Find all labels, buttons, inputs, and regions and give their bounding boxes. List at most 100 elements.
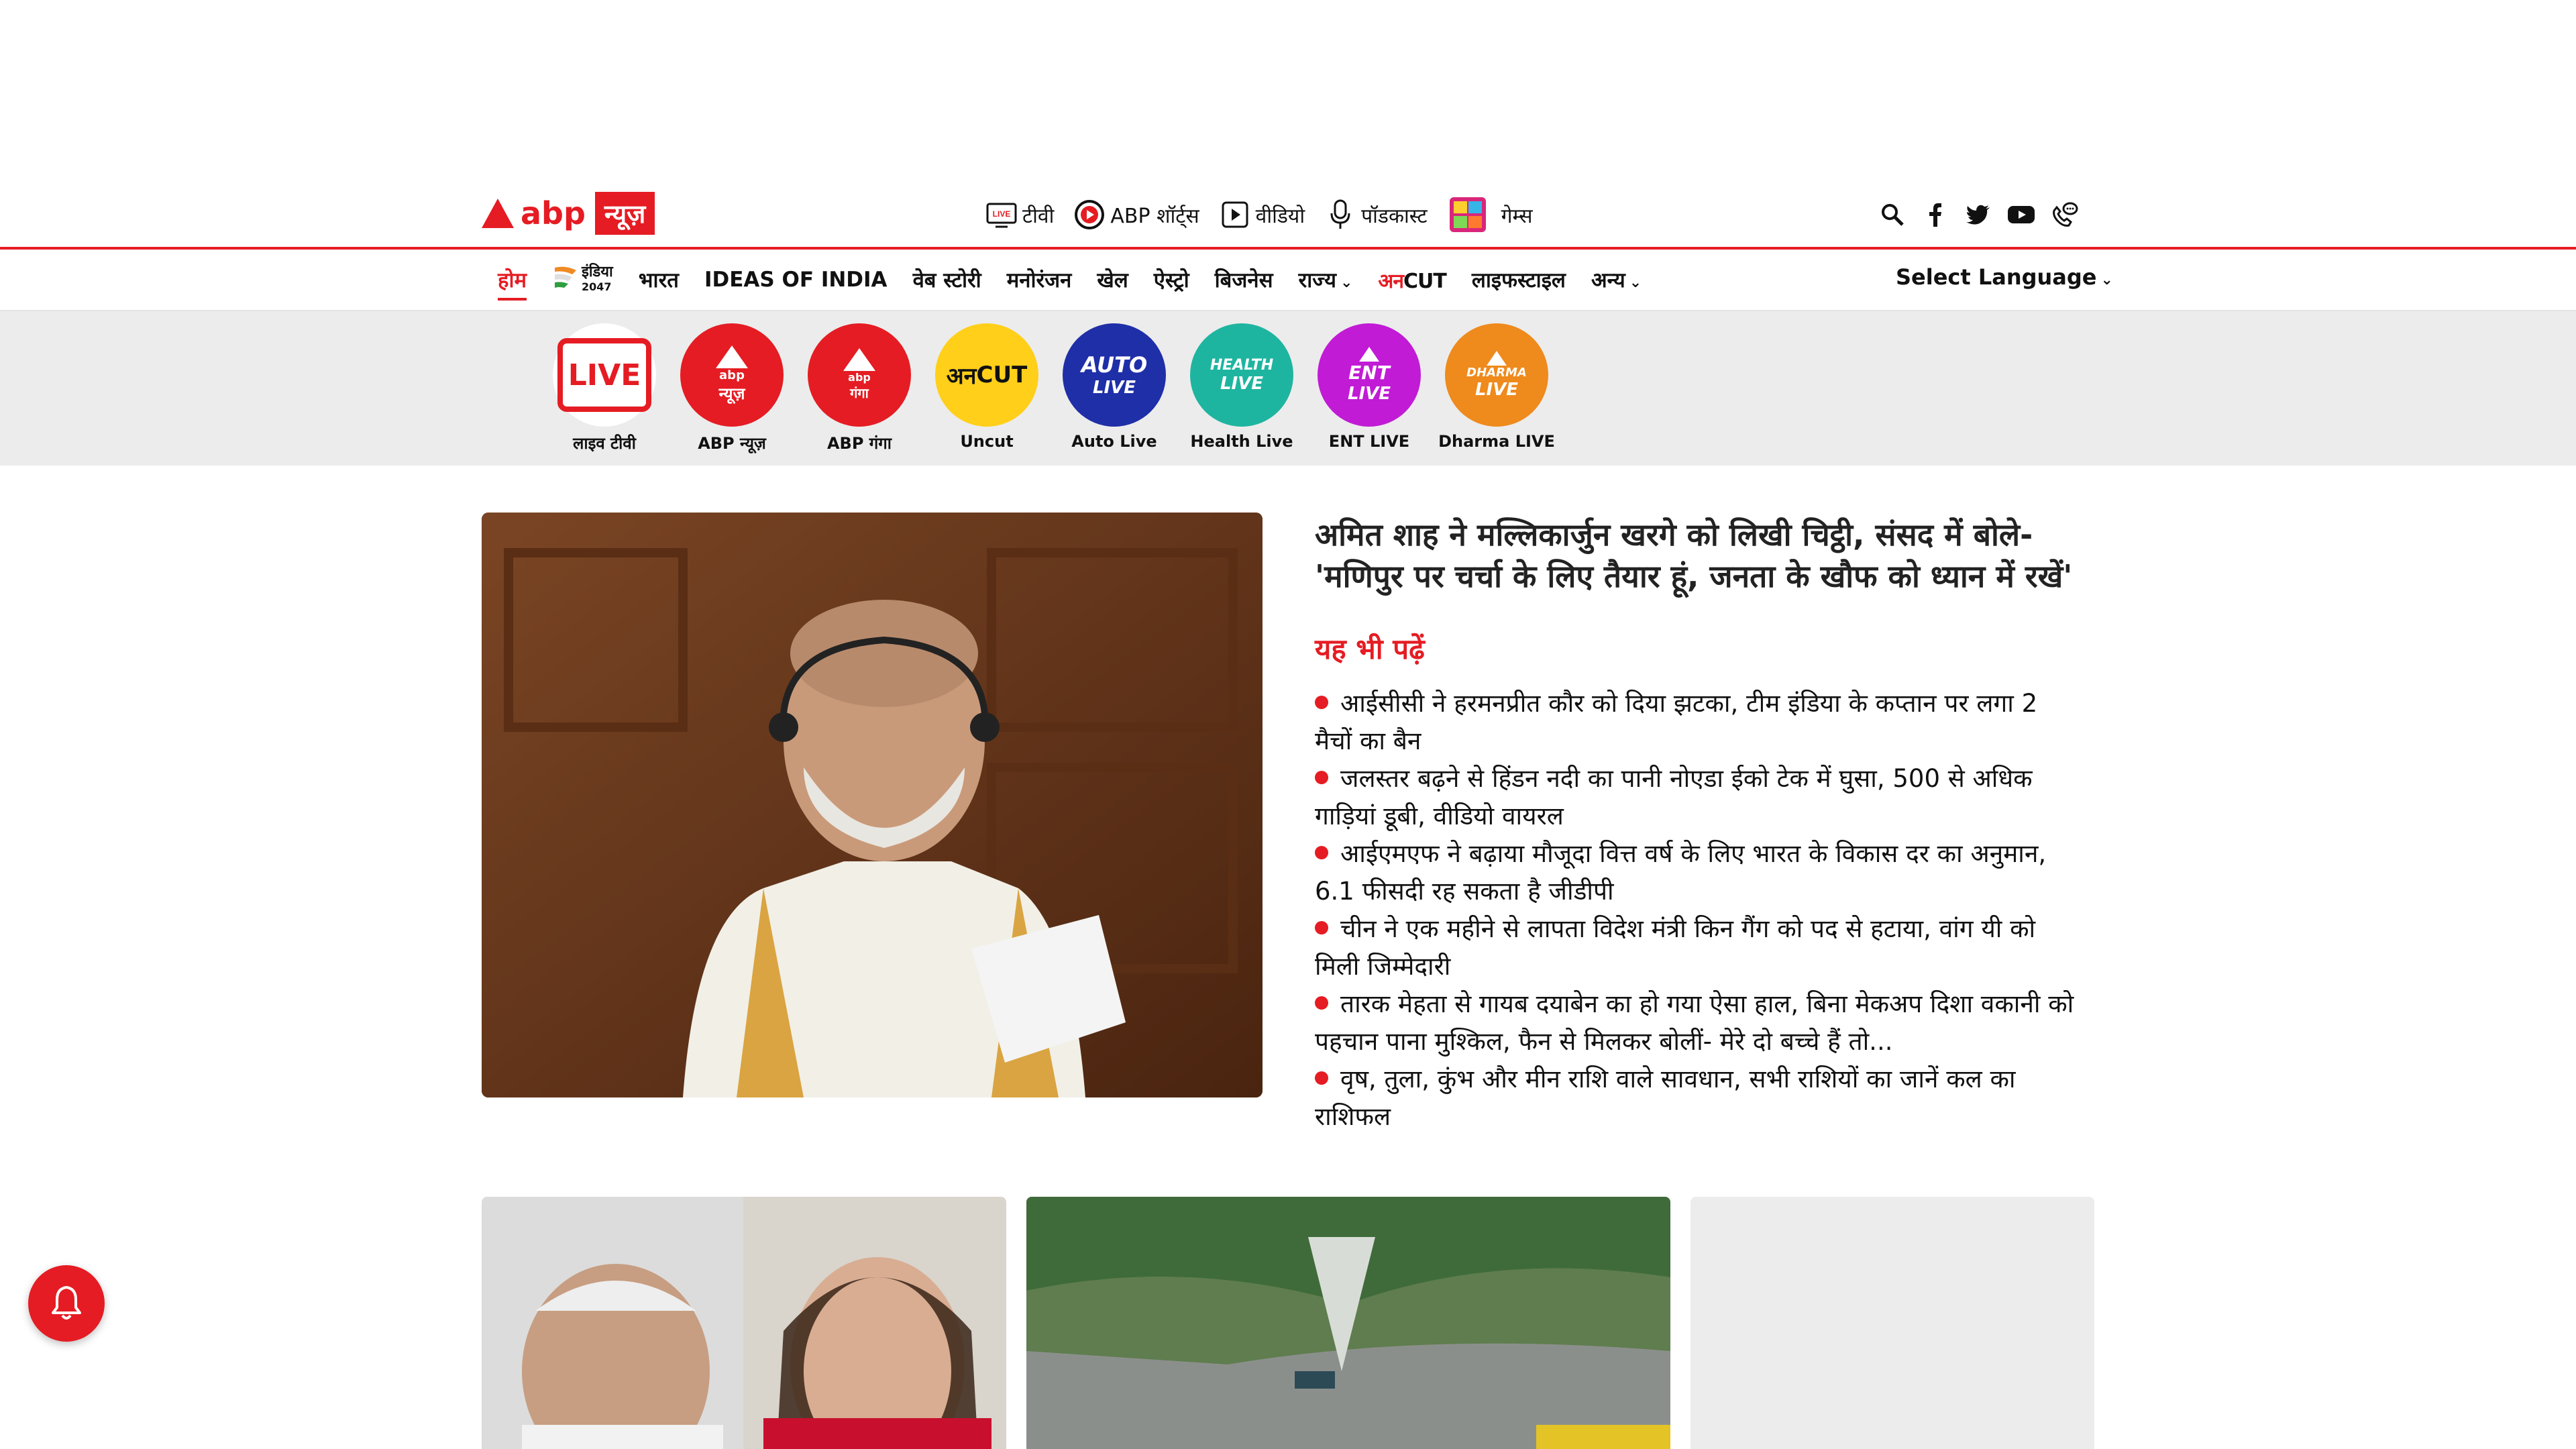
nav-ideas-of-india[interactable]: IDEAS OF INDIA [704, 268, 888, 292]
topnav-podcast-label: पॉडकास्ट [1361, 204, 1428, 228]
channel-uncut[interactable]: अन CUT Uncut [923, 323, 1051, 454]
twitter-icon[interactable] [1963, 199, 1994, 230]
channel-bottom: LIVE [1092, 378, 1136, 398]
nav-home[interactable]: होम [498, 266, 527, 301]
facebook-icon[interactable] [1920, 199, 1951, 230]
site-header: abp न्यूज़ LIVE टीवी ABP शॉर्ट्स वीडियो [0, 181, 2576, 248]
nav-bharat[interactable]: भारत [639, 266, 679, 294]
microphone-icon [1325, 199, 1356, 230]
channel-bottom: LIVE [1474, 379, 1519, 400]
topnav-podcast[interactable]: पॉडकास्ट [1325, 199, 1428, 230]
channel-label: Auto Live [1071, 432, 1157, 451]
games-icon [1448, 196, 1488, 233]
shorts-play-icon [1074, 199, 1105, 230]
related-item-text: चीन ने एक महीने से लापता विदेश मंत्री कि… [1315, 914, 2036, 981]
top-nav: LIVE टीवी ABP शॉर्ट्स वीडियो पॉडकास्ट गे… [986, 196, 1553, 233]
svg-text:LIVE: LIVE [993, 209, 1011, 219]
channel-top: DHARMA [1466, 365, 1527, 380]
hero-headline[interactable]: अमित शाह ने मल्लिकार्जुन खरगे को लिखी चि… [1315, 514, 2080, 597]
channel-live-tv[interactable]: LIVE लाइव टीवी [541, 323, 668, 454]
topnav-games-label: गेम्स [1501, 204, 1533, 228]
related-item[interactable]: जलस्तर बढ़ने से हिंडन नदी का पानी नोएडा … [1315, 760, 2080, 835]
live-tv-badge: LIVE [553, 323, 656, 427]
channel-top: abp [848, 371, 871, 384]
hero-text-block: अमित शाह ने मल्लिकार्जुन खरगे को लिखी चि… [1315, 514, 2080, 1136]
phone-chat-icon[interactable] [2049, 199, 2080, 230]
channel-bottom: गंगा [850, 385, 869, 401]
nav-lifestyle[interactable]: लाइफस्टाइल [1472, 266, 1566, 294]
channel-top: HEALTH [1210, 356, 1274, 374]
chevron-down-icon: ⌄ [2100, 272, 2113, 288]
related-item[interactable]: चीन ने एक महीने से लापता विदेश मंत्री कि… [1315, 910, 2080, 985]
live-badge-text: LIVE [568, 358, 641, 392]
hero-image[interactable] [482, 513, 1263, 1097]
logo-box: न्यूज़ [594, 192, 655, 235]
uncut-channel-icon: अन CUT [935, 323, 1038, 427]
bullet-dot-icon [1315, 1071, 1328, 1085]
header-icons [1865, 196, 2080, 233]
related-item-text: आईएमएफ ने बढ़ाया मौजूदा वित्त वर्ष के लि… [1315, 839, 2047, 906]
channel-top: ENT [1348, 361, 1390, 384]
ad-space [0, 0, 2576, 181]
channel-health-live[interactable]: HEALTH LIVE Health Live [1178, 323, 1305, 454]
channel-top: अन [946, 363, 977, 390]
channel-ent-live[interactable]: ENT LIVE ENT LIVE [1305, 323, 1433, 454]
news-card-image-landscape[interactable] [1026, 1197, 1670, 1449]
nav-india-2047[interactable]: इंडिया 2047 [552, 265, 613, 294]
channel-label: ENT LIVE [1328, 432, 1410, 451]
channel-label: Health Live [1190, 432, 1293, 451]
nav-states-label: राज्य [1298, 268, 1336, 292]
main-nav: होम इंडिया 2047 भारत IDEAS OF INDIA वेब … [0, 250, 2576, 311]
youtube-icon[interactable] [2006, 199, 2037, 230]
bullet-dot-icon [1315, 996, 1328, 1010]
ent-live-channel-icon: ENT LIVE [1318, 323, 1421, 427]
abp-ganga-channel-icon: abp गंगा [808, 323, 911, 427]
topnav-tv[interactable]: LIVE टीवी [986, 199, 1054, 230]
notification-bell-button[interactable] [28, 1265, 105, 1342]
related-item[interactable]: वृष, तुला, कुंभ और मीन राशि वाले सावधान,… [1315, 1061, 2080, 1136]
news-card-image-politicians[interactable] [482, 1197, 1006, 1449]
channel-abp-news[interactable]: abp न्यूज़ ABP न्यूज़ [668, 323, 796, 454]
related-list: आईसीसी ने हरमनप्रीत कौर को दिया झटका, टी… [1315, 685, 2080, 1136]
related-item-text: आईसीसी ने हरमनप्रीत कौर को दिया झटका, टी… [1315, 689, 2038, 755]
nav-business[interactable]: बिजनेस [1215, 266, 1273, 294]
topnav-shorts-label: ABP शॉर्ट्स [1110, 204, 1199, 228]
live-tv-icon: LIVE [986, 199, 1017, 230]
video-play-icon [1220, 199, 1250, 230]
nav-web-story[interactable]: वेब स्टोरी [913, 266, 981, 294]
nav-uncut[interactable]: अनCUT [1378, 266, 1446, 294]
nav-astro[interactable]: ऐस्ट्रो [1154, 266, 1189, 294]
nav-entertainment[interactable]: मनोरंजन [1007, 266, 1072, 294]
uncut-logo-b: CUT [1403, 269, 1447, 293]
chevron-down-icon: ⌄ [1340, 274, 1353, 291]
related-item-text: तारक मेहता से गायब दयाबेन का हो गया ऐसा … [1315, 989, 2074, 1056]
related-item[interactable]: आईएमएफ ने बढ़ाया मौजूदा वित्त वर्ष के लि… [1315, 835, 2080, 910]
channel-label: ABP न्यूज़ [698, 434, 766, 453]
channel-bottom: CUT [976, 362, 1028, 388]
nav-sports[interactable]: खेल [1097, 266, 1128, 294]
search-icon[interactable] [1877, 199, 1908, 230]
india2047-line1: इंडिया [582, 264, 613, 280]
channel-label: लाइव टीवी [573, 434, 636, 453]
topnav-video[interactable]: वीडियो [1220, 199, 1305, 230]
bullet-dot-icon [1315, 695, 1328, 709]
channel-label: Dharma LIVE [1438, 432, 1555, 451]
topnav-shorts[interactable]: ABP शॉर्ट्स [1074, 199, 1199, 230]
nav-more[interactable]: अन्य ⌄ [1591, 266, 1642, 294]
topnav-video-label: वीडियो [1255, 204, 1305, 228]
abp-news-channel-icon: abp न्यूज़ [680, 323, 784, 427]
channel-abp-ganga[interactable]: abp गंगा ABP गंगा [796, 323, 923, 454]
language-select[interactable]: Select Language ⌄ [1896, 264, 2113, 290]
uncut-logo-a: अन [1378, 269, 1404, 293]
abp-news-logo[interactable]: abp न्यूज़ [482, 192, 655, 235]
channel-dharma-live[interactable]: DHARMA LIVE Dharma LIVE [1433, 323, 1560, 454]
bullet-dot-icon [1315, 920, 1328, 934]
topnav-tv-label: टीवी [1022, 204, 1055, 228]
health-live-channel-icon: HEALTH LIVE [1190, 323, 1293, 427]
related-item[interactable]: आईसीसी ने हरमनप्रीत कौर को दिया झटका, टी… [1315, 685, 2080, 760]
related-item-text: वृष, तुला, कुंभ और मीन राशि वाले सावधान,… [1315, 1065, 2016, 1131]
topnav-games[interactable]: गेम्स [1448, 196, 1533, 233]
related-item[interactable]: तारक मेहता से गायब दयाबेन का हो गया ऐसा … [1315, 985, 2080, 1061]
nav-states[interactable]: राज्य ⌄ [1299, 266, 1353, 294]
channel-auto-live[interactable]: AUTO LIVE Auto Live [1051, 323, 1178, 454]
